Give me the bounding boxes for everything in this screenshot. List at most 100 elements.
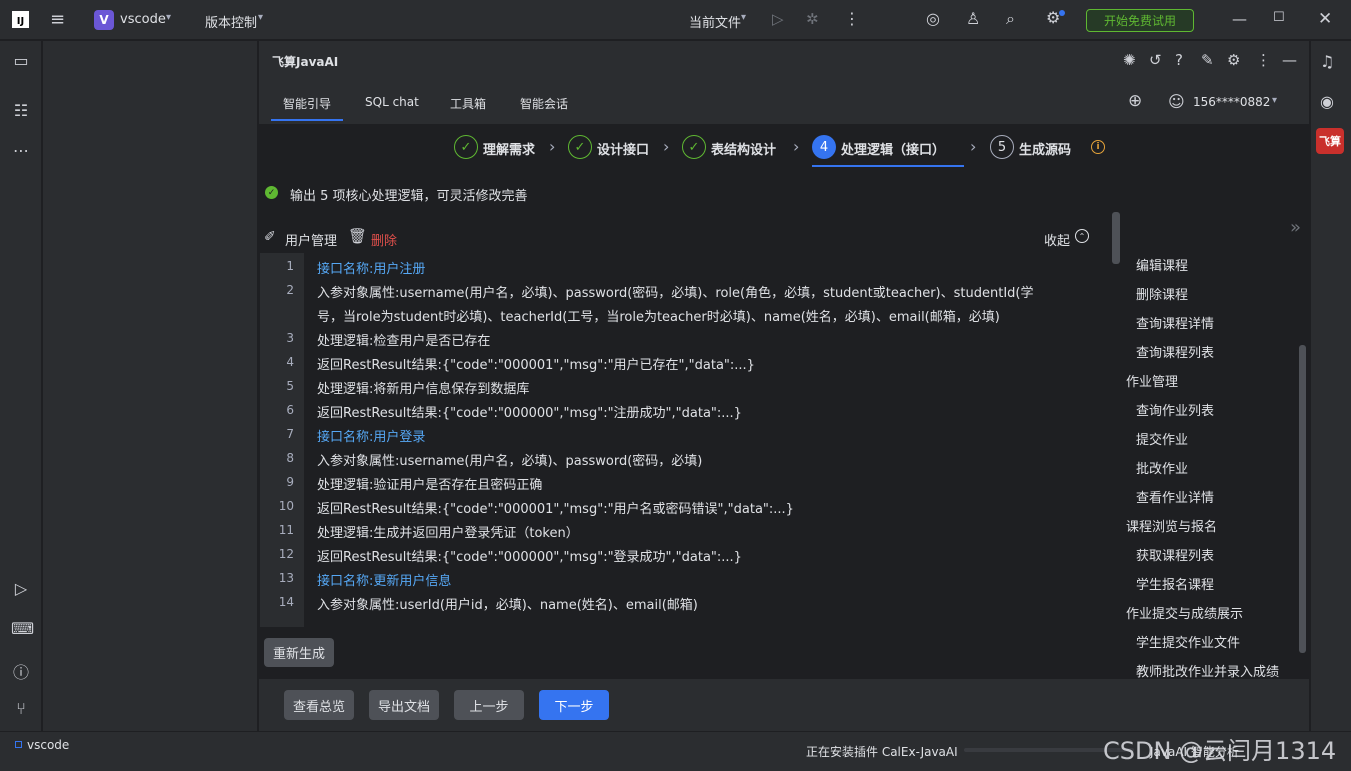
project-badge[interactable]: V (94, 10, 114, 30)
history-icon[interactable]: ↺ (1149, 51, 1162, 69)
api-title-line[interactable]: 接口名称:更新用户信息 (317, 570, 451, 589)
api-item[interactable]: 教师批改作业并录入成绩 (1136, 661, 1279, 680)
step-4-label[interactable]: 处理逻辑（接口） (841, 139, 945, 158)
api-title-line[interactable]: 接口名称:用户注册 (317, 258, 425, 277)
code-line[interactable]: 返回RestResult结果:{"code":"000000","msg":"注… (317, 402, 742, 421)
git-icon[interactable]: ⑂ (11, 699, 31, 718)
code-line[interactable]: 处理逻辑:将新用户信息保存到数据库 (317, 378, 529, 397)
left-tool-strip: ▭ ☷ ⋯ ▷ ⌨ ⓘ ⑂ (0, 41, 42, 731)
start-trial-button[interactable]: 开始免费试用 (1086, 9, 1194, 32)
code-line[interactable]: 返回RestResult结果:{"code":"000001","msg":"用… (317, 354, 755, 373)
module-name[interactable]: 用户管理 (285, 230, 337, 249)
run-icon[interactable]: ▷ (772, 10, 784, 28)
code-line[interactable]: 返回RestResult结果:{"code":"000001","msg":"用… (317, 498, 794, 517)
api-item[interactable]: 获取课程列表 (1136, 545, 1214, 564)
line-number: 7 (286, 427, 294, 441)
expand-icon[interactable]: » (1290, 217, 1301, 238)
chevron-right-icon: › (970, 137, 977, 156)
gear-icon[interactable]: ⚙ (1046, 8, 1060, 27)
folder-icon[interactable]: ▭ (11, 51, 31, 70)
code-line[interactable]: 返回RestResult结果:{"code":"000000","msg":"登… (317, 546, 742, 565)
settings-icon[interactable]: ⚙ (1227, 51, 1240, 69)
more-tools-icon[interactable]: ⋯ (11, 141, 31, 160)
intellij-logo-icon[interactable]: IJ (12, 11, 29, 28)
structure-icon[interactable]: ☷ (11, 101, 31, 120)
run-services-icon[interactable]: ▷ (11, 579, 31, 598)
user-icon[interactable]: ☺ (1168, 92, 1185, 111)
step-2-label[interactable]: 设计接口 (597, 139, 649, 158)
api-group[interactable]: 作业管理 (1126, 371, 1178, 390)
more-icon[interactable]: ⋮ (1256, 51, 1271, 69)
trash-icon[interactable]: 🗑 (348, 227, 367, 245)
api-item[interactable]: 查询作业列表 (1136, 400, 1214, 419)
help-icon[interactable]: ? (1175, 51, 1183, 69)
regenerate-button[interactable]: 重新生成 (264, 638, 334, 667)
chevron-down-icon[interactable]: ▾ (258, 12, 263, 23)
more-icon[interactable]: ⋮ (844, 9, 860, 28)
api-group[interactable]: 课程浏览与报名 (1126, 516, 1217, 535)
debug-icon[interactable]: ✲ (806, 10, 819, 28)
collapse-button[interactable]: 收起 (1044, 230, 1070, 249)
api-item[interactable]: 学生提交作业文件 (1136, 632, 1240, 651)
bug-report-icon[interactable]: ✺ (1123, 51, 1136, 69)
maximize-icon[interactable]: ☐ (1273, 10, 1285, 25)
step-4-number: 4 (812, 135, 836, 159)
main-menu-icon[interactable]: ≡ (50, 11, 70, 29)
chevron-down-icon[interactable]: ▾ (741, 12, 746, 23)
ai-assistant-icon[interactable]: ◎ (926, 9, 940, 28)
prev-step-button[interactable]: 上一步 (454, 690, 524, 720)
list-scrollbar[interactable] (1299, 345, 1306, 653)
api-item[interactable]: 查看作业详情 (1136, 487, 1214, 506)
close-icon[interactable]: ✕ (1318, 9, 1332, 29)
api-group[interactable]: 作业提交与成绩展示 (1126, 603, 1243, 622)
collapse-icon[interactable]: ⌃ (1075, 229, 1089, 243)
chevron-down-icon[interactable]: ▾ (1272, 95, 1277, 106)
step-3-label[interactable]: 表结构设计 (711, 139, 776, 158)
search-icon[interactable]: ⌕ (1006, 9, 1015, 29)
tab-smart-chat[interactable]: 智能会话 (520, 95, 568, 112)
editor-scrollbar[interactable] (1112, 212, 1120, 264)
api-item[interactable]: 编辑课程 (1136, 255, 1188, 274)
api-title-line[interactable]: 接口名称:用户登录 (317, 426, 425, 445)
delete-button[interactable]: 删除 (371, 230, 397, 249)
api-item[interactable]: 删除课程 (1136, 284, 1188, 303)
api-item[interactable]: 学生报名课程 (1136, 574, 1214, 593)
vcs-menu[interactable]: 版本控制 (205, 12, 257, 31)
run-config-selector[interactable]: 当前文件 (689, 12, 741, 31)
tab-smart-guide[interactable]: 智能引导 (283, 95, 331, 112)
chevron-down-icon[interactable]: ▾ (166, 12, 171, 23)
status-project-name[interactable]: vscode (27, 738, 69, 752)
notifications-icon[interactable]: ♫ (1320, 52, 1334, 71)
next-step-button[interactable]: 下一步 (539, 690, 609, 720)
install-status[interactable]: 正在安装插件 CalEx-JavaAI (806, 743, 958, 760)
code-line[interactable]: 入参对象属性:username(用户名，必填)、password(密码，必填)、… (317, 282, 1034, 301)
ai-chat-icon[interactable]: ◉ (1320, 92, 1334, 111)
hide-panel-icon[interactable]: — (1282, 51, 1297, 69)
info-icon[interactable]: i (1091, 140, 1105, 154)
feisuan-plugin-icon[interactable]: 飞算 (1316, 128, 1344, 154)
tab-toolbox[interactable]: 工具箱 (450, 95, 486, 112)
user-account[interactable]: 156****0882 (1193, 95, 1270, 109)
step-1-label[interactable]: 理解需求 (483, 139, 535, 158)
export-doc-button[interactable]: 导出文档 (369, 690, 439, 720)
edit-icon[interactable]: ✎ (1201, 51, 1214, 69)
api-item[interactable]: 查询课程列表 (1136, 342, 1214, 361)
view-overview-button[interactable]: 查看总览 (284, 690, 354, 720)
code-line[interactable]: 号，当role为student时必填)、teacherId(工号，当role为t… (317, 306, 1000, 325)
problems-icon[interactable]: ⓘ (11, 659, 31, 683)
terminal-icon[interactable]: ⌨ (11, 619, 34, 638)
code-line[interactable]: 处理逻辑:验证用户是否存在且密码正确 (317, 474, 542, 493)
api-item[interactable]: 提交作业 (1136, 429, 1188, 448)
api-item[interactable]: 查询课程详情 (1136, 313, 1214, 332)
code-line[interactable]: 处理逻辑:生成并返回用户登录凭证（token） (317, 522, 579, 541)
minimize-icon[interactable]: — (1232, 10, 1247, 28)
code-line[interactable]: 入参对象属性:userId(用户id，必填)、name(姓名)、email(邮箱… (317, 594, 698, 613)
add-icon[interactable]: ⊕ (1128, 91, 1142, 111)
project-name[interactable]: vscode (120, 12, 166, 27)
step-5-label[interactable]: 生成源码 (1019, 139, 1071, 158)
code-line[interactable]: 处理逻辑:检查用户是否已存在 (317, 330, 490, 349)
tab-sql-chat[interactable]: SQL chat (365, 95, 419, 109)
api-item[interactable]: 批改作业 (1136, 458, 1188, 477)
code-line[interactable]: 入参对象属性:username(用户名，必填)、password(密码，必填) (317, 450, 702, 469)
add-user-icon[interactable]: ♙ (966, 9, 980, 28)
